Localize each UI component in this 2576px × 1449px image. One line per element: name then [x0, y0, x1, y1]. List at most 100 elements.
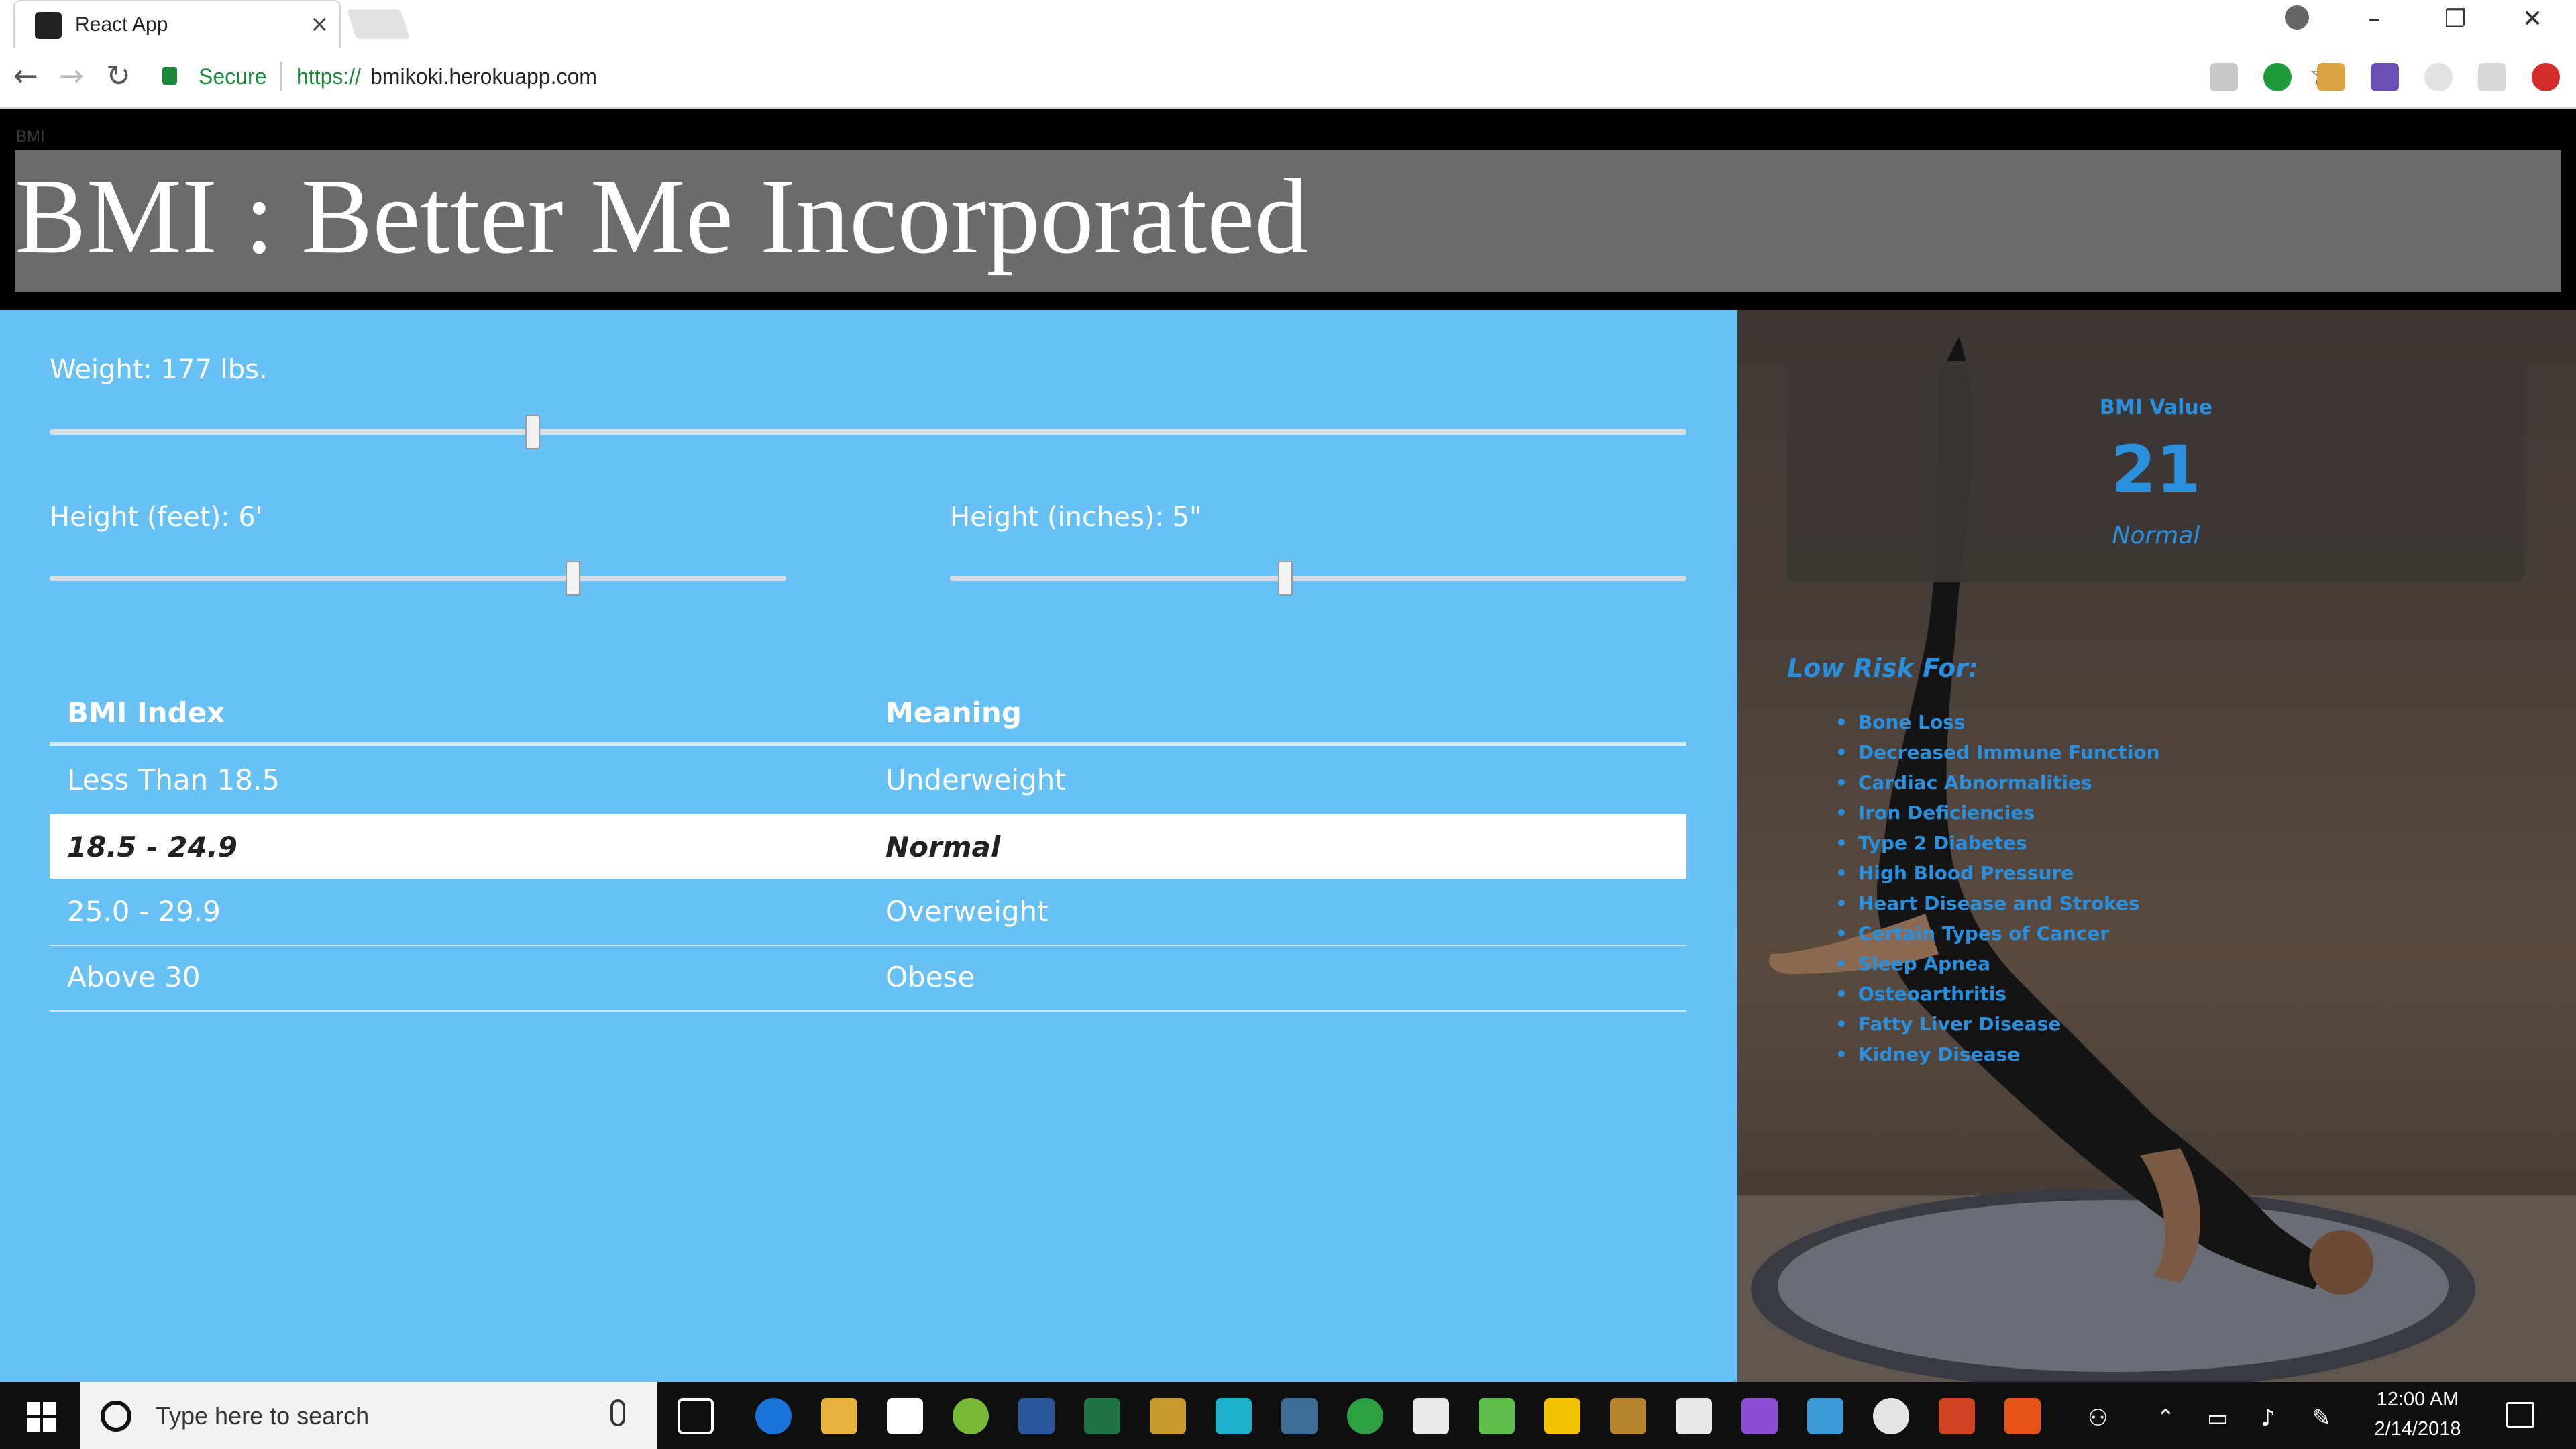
code-extension-icon[interactable]	[2424, 63, 2453, 91]
people-icon[interactable]: ⚇	[2088, 1405, 2108, 1432]
pen-icon[interactable]: ✎	[2312, 1405, 2331, 1432]
height-feet-slider-thumb[interactable]	[565, 561, 580, 596]
postman-icon[interactable]	[1544, 1398, 1580, 1434]
risk-list-item: High Blood Pressure	[1835, 858, 2160, 888]
weight-label: Weight: 177 lbs.	[50, 354, 268, 385]
excel-icon[interactable]	[1084, 1398, 1120, 1434]
hammer-extension-icon[interactable]	[2317, 63, 2345, 91]
risk-list-item: Decreased Immune Function	[1835, 737, 2160, 767]
webstorm-icon[interactable]	[1216, 1398, 1252, 1434]
tab-close-icon[interactable]: ×	[310, 11, 329, 38]
row-meaning-cell: Underweight	[885, 763, 1066, 796]
row-index-cell: 18.5 - 24.9	[67, 830, 237, 863]
risk-list-item: Iron Deficiencies	[1835, 798, 2160, 828]
file-explorer-icon[interactable]	[821, 1398, 857, 1434]
back-icon[interactable]: ←	[13, 59, 38, 93]
risk-list-item: Type 2 Diabetes	[1835, 828, 2160, 858]
task-view-icon[interactable]	[678, 1398, 714, 1434]
browser-toolbar: ← → ↻ Secure https:// bmikoki.herokuapp.…	[0, 48, 2576, 109]
taskbar-search-box[interactable]: Type here to search	[80, 1382, 657, 1449]
mongo-icon[interactable]	[1347, 1398, 1383, 1434]
url-host: bmikoki.herokuapp.com	[370, 64, 597, 89]
weight-slider-thumb[interactable]	[525, 415, 540, 449]
java-icon[interactable]	[1676, 1398, 1712, 1434]
secure-label: Secure	[199, 64, 267, 89]
row-divider	[50, 1010, 1686, 1012]
volume-icon[interactable]: ♪	[2261, 1405, 2275, 1432]
profile-icon[interactable]	[2285, 5, 2309, 30]
results-panel: BMI Value 21 Normal Low Risk For: Bone L…	[1737, 310, 2576, 1382]
intellij-icon[interactable]	[1741, 1398, 1778, 1434]
url-divider	[280, 62, 282, 91]
chrome-icon[interactable]	[1873, 1398, 1909, 1434]
cortana-icon	[101, 1401, 131, 1432]
tab-title: React App	[75, 13, 168, 36]
store-icon[interactable]	[887, 1398, 923, 1434]
stop-extension-icon[interactable]	[2532, 63, 2560, 91]
office-icon[interactable]	[2004, 1398, 2041, 1434]
header-divider	[50, 742, 1686, 746]
row-index-cell: Less Than 18.5	[67, 763, 280, 796]
react-icon	[35, 12, 62, 39]
header-banner: BMI : Better Me Incorporated	[15, 150, 2561, 292]
windows-start-icon[interactable]	[27, 1402, 56, 1432]
row-meaning-cell: Overweight	[885, 895, 1049, 928]
risk-list-item: Cardiac Abnormalities	[1835, 767, 2160, 798]
risk-list-item: Osteoarthritis	[1835, 979, 2160, 1009]
word-icon[interactable]	[1018, 1398, 1055, 1434]
node-icon[interactable]	[1479, 1398, 1515, 1434]
tab-bar: React App × – ❐ ✕	[0, 0, 2576, 48]
forward-icon[interactable]: →	[59, 59, 84, 93]
row-index-cell: Above 30	[67, 961, 201, 994]
height-inches-slider-thumb[interactable]	[1277, 561, 1293, 596]
lock-icon	[162, 67, 177, 85]
slack-icon[interactable]	[1413, 1398, 1449, 1434]
windows-taskbar: Type here to search ⚇ ⌃ ▭ ♪ ✎ 12:00 AM 2…	[0, 1382, 2576, 1449]
mysql-icon[interactable]	[1281, 1398, 1318, 1434]
chat-extension-icon[interactable]	[2478, 63, 2506, 91]
restore-icon[interactable]: ❐	[2445, 5, 2466, 33]
height-inches-slider-track[interactable]	[950, 576, 1686, 581]
tray-expand-icon[interactable]: ⌃	[2156, 1405, 2176, 1432]
edge-icon[interactable]	[755, 1398, 792, 1434]
check-extension-icon[interactable]	[2263, 63, 2292, 91]
bmi-value-label: BMI Value	[2099, 396, 2213, 419]
height-feet-label: Height (feet): 6'	[50, 502, 263, 533]
sublime-icon[interactable]	[1610, 1398, 1646, 1434]
powerpoint-icon[interactable]	[1939, 1398, 1975, 1434]
wamp-icon[interactable]	[953, 1398, 989, 1434]
page-title: BMI : Better Me Incorporated	[15, 156, 1309, 276]
microphone-icon[interactable]	[610, 1399, 625, 1426]
address-bar[interactable]: Secure https:// bmikoki.herokuapp.com ☆	[153, 55, 2335, 99]
bmi-status: Normal	[2112, 522, 2200, 549]
height-feet-slider-track[interactable]	[50, 576, 786, 581]
risk-list-item: Heart Disease and Strokes	[1835, 888, 2160, 918]
row-divider	[50, 945, 1686, 946]
grid-extension-icon[interactable]	[2371, 63, 2399, 91]
minimize-icon[interactable]: –	[2368, 5, 2380, 33]
browser-tab[interactable]: React App ×	[13, 0, 341, 48]
battery-icon[interactable]: ▭	[2207, 1405, 2229, 1432]
controls-panel: Weight: 177 lbs. Height (feet): 6' Heigh…	[0, 310, 1737, 1382]
risk-heading: Low Risk For:	[1787, 653, 1979, 683]
sourcetree-icon[interactable]	[1807, 1398, 1843, 1434]
window-close-icon[interactable]: ✕	[2522, 5, 2542, 33]
risk-list-item: Fatty Liver Disease	[1835, 1009, 2160, 1039]
page-small-label: BMI	[16, 127, 45, 146]
risk-list-item: Sleep Apnea	[1835, 949, 2160, 979]
clock-date[interactable]: 2/14/2018	[2357, 1418, 2478, 1440]
paint-icon[interactable]	[1150, 1398, 1186, 1434]
reload-icon[interactable]: ↻	[106, 59, 131, 93]
notification-icon[interactable]	[2506, 1402, 2534, 1428]
column-header-bmi-index: BMI Index	[67, 696, 225, 729]
weight-slider-track[interactable]	[50, 429, 1686, 435]
bmi-value: 21	[2111, 432, 2201, 507]
pdf-extension-icon[interactable]	[2210, 63, 2238, 91]
row-meaning-cell: Normal	[885, 830, 1001, 863]
height-inches-label: Height (inches): 5"	[950, 502, 1202, 533]
table-row-highlighted: 18.5 - 24.9 Normal	[50, 814, 1686, 879]
clock-time[interactable]: 12:00 AM	[2357, 1389, 2478, 1411]
risk-list-item: Certain Types of Cancer	[1835, 918, 2160, 949]
row-meaning-cell: Obese	[885, 961, 975, 994]
new-tab-button[interactable]	[346, 9, 411, 39]
